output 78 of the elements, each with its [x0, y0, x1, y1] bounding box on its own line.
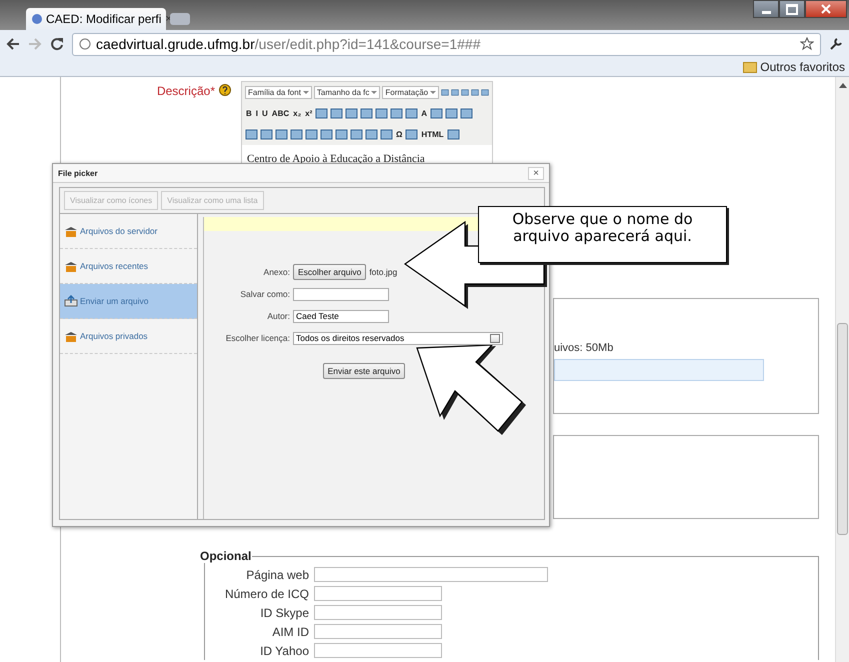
toolbar-icon[interactable]	[290, 128, 303, 141]
globe-icon	[32, 14, 42, 24]
toolbar-button[interactable]: Ω	[395, 130, 404, 139]
toolbar-button[interactable]: x₂	[292, 109, 302, 118]
toolbar-icon[interactable]	[350, 128, 363, 141]
bookmark-folder[interactable]: Outros favoritos	[743, 58, 845, 76]
input-field[interactable]	[314, 624, 442, 639]
toolbar-dropdown[interactable]: Formatação	[382, 86, 440, 99]
toolbar-icon[interactable]	[315, 107, 328, 120]
field-label: Número de ICQ	[224, 586, 309, 600]
toolbar-icon[interactable]	[330, 107, 344, 120]
toolbar-icon[interactable]	[260, 128, 273, 141]
save-as-field[interactable]	[293, 288, 389, 300]
upload-button[interactable]: Enviar este arquivo	[322, 363, 406, 379]
toolbar-icon[interactable]	[335, 128, 348, 141]
field-label: Página web	[245, 568, 309, 582]
toolbar-icon[interactable]	[390, 107, 404, 120]
toolbar-icon[interactable]	[445, 107, 458, 120]
file-name: foto.jpg	[369, 267, 398, 277]
callout-note: Observe que o nome do arquivo aparecerá aqui.	[478, 206, 727, 263]
scrollbar-thumb[interactable]	[837, 323, 848, 535]
toolbar-icon[interactable]	[460, 107, 474, 120]
toolbar-icon[interactable]	[380, 128, 393, 141]
toolbar-button[interactable]: U	[261, 109, 269, 118]
toolbar-button[interactable]: x²	[304, 109, 314, 118]
field-label: ID Yahoo	[259, 644, 309, 658]
close-button[interactable]: ×	[528, 166, 544, 180]
toolbar-icon[interactable]	[405, 107, 418, 120]
toolbar-icon[interactable]	[345, 107, 358, 120]
toolbar-dropdown[interactable]: Família da font	[245, 86, 312, 99]
input-field[interactable]	[314, 586, 442, 601]
editor-text: Centro de Apoio à Educação a Distância	[246, 152, 426, 167]
address-bar[interactable]: caedvirtual.grude.ufmg.br/user/edit.php?id=141&course=1###	[72, 32, 821, 56]
toolbar-dropdown[interactable]: Tamanho da fc	[314, 86, 380, 99]
field-label: Anexo:	[262, 267, 290, 277]
toolbar-icon[interactable]	[305, 128, 318, 141]
help-icon[interactable]	[219, 84, 231, 96]
repository-item[interactable]: Arquivos do servidor	[60, 214, 197, 249]
scrollbar[interactable]	[835, 77, 849, 662]
field-label: ID Skype	[259, 606, 309, 620]
toolbar-icon[interactable]	[430, 107, 444, 120]
toolbar-icon[interactable]	[360, 107, 374, 120]
toolbar-button[interactable]: B	[245, 109, 253, 118]
toolbar-button[interactable]: ABC	[270, 109, 290, 118]
upload-icon	[64, 295, 78, 307]
toolbar-button[interactable]: HTML	[420, 130, 445, 139]
field-label: Autor:	[266, 311, 290, 321]
input-field[interactable]	[314, 643, 442, 658]
toolbar-icon[interactable]	[446, 128, 460, 141]
toolbar-icon[interactable]	[375, 107, 388, 120]
maximize-icon[interactable]	[779, 0, 805, 18]
close-icon[interactable]	[805, 0, 847, 18]
field-label: Salvar como:	[239, 289, 290, 299]
fieldset-legend: Opcional	[199, 549, 252, 563]
star-icon[interactable]	[800, 37, 814, 51]
field-label: AIM ID	[271, 624, 309, 638]
description-label: Descrição*	[156, 84, 215, 98]
folder-icon	[743, 62, 758, 72]
input-field[interactable]	[314, 567, 548, 582]
wrench-icon[interactable]	[829, 37, 843, 51]
field-label: Escolher licença:	[224, 333, 290, 343]
minimize-icon[interactable]	[753, 0, 779, 18]
toolbar-icon[interactable]	[245, 128, 258, 141]
toolbar-icon[interactable]	[275, 128, 288, 141]
toolbar-button[interactable]: I	[254, 109, 260, 118]
dialog-title: File picker	[58, 168, 98, 178]
reload-icon[interactable]	[50, 37, 64, 51]
license-dropdown[interactable]: Todos os direitos reservados	[293, 332, 503, 344]
toolbar-icon[interactable]	[320, 128, 333, 141]
author-field[interactable]: Caed Teste	[293, 310, 389, 322]
repository-item[interactable]: Arquivos privados	[60, 319, 197, 354]
toolbar-button[interactable]: A	[420, 109, 428, 118]
input-field[interactable]	[314, 605, 442, 620]
toolbar-icon[interactable]	[365, 128, 378, 141]
choose-file-button[interactable]: Escolher arquivo	[293, 264, 366, 280]
quota-text: uivos: 50Mb	[554, 342, 614, 354]
toolbar-icon[interactable]	[405, 128, 418, 141]
back-icon[interactable]	[6, 38, 20, 50]
